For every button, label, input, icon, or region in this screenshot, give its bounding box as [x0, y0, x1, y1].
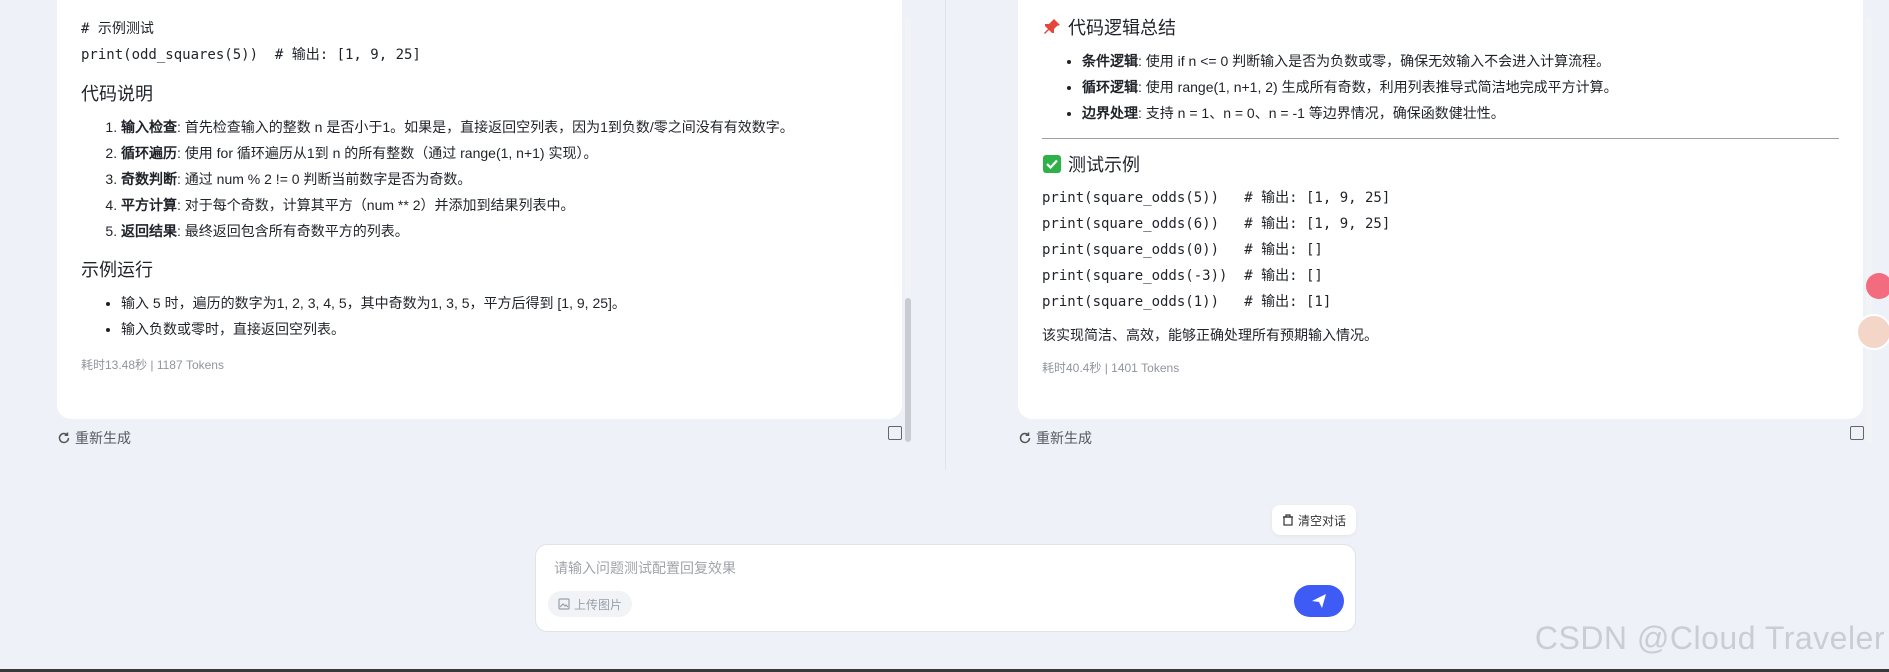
- summary-text: 该实现简洁、高效，能够正确处理所有预期输入情况。: [1042, 327, 1378, 343]
- watermark: CSDN @Cloud Traveler: [1534, 620, 1885, 656]
- logic-item: 条件逻辑: 使用 if n <= 0 判断输入是否为负数或零，确保无效输入不会进…: [1082, 48, 1863, 74]
- heading-code-explain: 代码说明: [81, 84, 153, 104]
- refresh-icon: [58, 432, 70, 444]
- scrollbar[interactable]: [1866, 18, 1872, 443]
- code-comment: # 示例测试: [81, 21, 154, 37]
- upload-image-button[interactable]: 上传图片: [548, 591, 633, 617]
- regenerate-label: 重新生成: [75, 430, 131, 446]
- heading-example-run: 示例运行: [81, 260, 153, 280]
- run-item: 输入 5 时，遍历的数字为1, 2, 3, 4, 5，其中奇数为1, 3, 5，…: [121, 290, 902, 316]
- logic-item: 边界处理: 支持 n = 1、n = 0、n = -1 等边界情况，确保函数健壮…: [1082, 100, 1863, 126]
- explain-list: 输入检查: 首先检查输入的整数 n 是否小于1。如果是，直接返回空列表，因为1到…: [81, 114, 902, 244]
- refresh-icon: [1019, 432, 1031, 444]
- test-line: print(square_odds(6)) # 输出: [1, 9, 25]: [1042, 216, 1391, 232]
- explain-item: 平方计算: 对于每个奇数，计算其平方（num ** 2）并添加到结果列表中。: [121, 192, 902, 218]
- heading-logic-text: 代码逻辑总结: [1068, 18, 1176, 38]
- scrollbar-thumb[interactable]: [905, 298, 911, 442]
- send-button[interactable]: [1294, 585, 1344, 617]
- test-line: print(square_odds(-3)) # 输出: []: [1042, 268, 1323, 284]
- upload-image-label: 上传图片: [574, 597, 623, 612]
- regenerate-button[interactable]: 重新生成: [1018, 428, 1092, 448]
- explain-item: 循环遍历: 使用 for 循环遍历从1到 n 的所有整数（通过 range(1,…: [121, 140, 902, 166]
- code-call: print(odd_squares(5)) # 输出: [1, 9, 25]: [81, 47, 421, 63]
- heading-test-examples: 测试示例: [1042, 151, 1863, 177]
- regenerate-label: 重新生成: [1036, 430, 1092, 446]
- image-icon: [558, 598, 570, 610]
- test-line: print(square_odds(0)) # 输出: []: [1042, 242, 1323, 258]
- scrollbar-thumb[interactable]: [1866, 18, 1872, 443]
- assistant-avatar-icon[interactable]: [1856, 314, 1889, 350]
- horizontal-rule: [1042, 138, 1839, 139]
- scrollbar[interactable]: [905, 18, 911, 443]
- response-meta: 耗时13.48秒 | 1187 Tokens: [81, 358, 224, 372]
- left-response-pane: # 示例测试 print(odd_squares(5)) # 输出: [1, 9…: [0, 0, 945, 470]
- heading-logic-summary: 代码逻辑总结: [1042, 14, 1863, 40]
- left-response-card: # 示例测试 print(odd_squares(5)) # 输出: [1, 9…: [57, 0, 902, 419]
- test-line: print(square_odds(1)) # 输出: [1]: [1042, 294, 1332, 310]
- right-response-pane: 代码逻辑总结 条件逻辑: 使用 if n <= 0 判断输入是否为负数或零，确保…: [946, 0, 1889, 470]
- response-meta: 耗时40.4秒 | 1401 Tokens: [1042, 361, 1180, 375]
- pushpin-icon: [1044, 19, 1060, 34]
- test-line: print(square_odds(5)) # 输出: [1, 9, 25]: [1042, 190, 1391, 206]
- heading-test-text: 测试示例: [1068, 155, 1140, 175]
- run-list: 输入 5 时，遍历的数字为1, 2, 3, 4, 5，其中奇数为1, 3, 5，…: [81, 290, 902, 342]
- logic-list: 条件逻辑: 使用 if n <= 0 判断输入是否为负数或零，确保无效输入不会进…: [1042, 48, 1863, 126]
- chat-composer: 上传图片: [535, 544, 1356, 632]
- copy-icon[interactable]: [888, 426, 902, 440]
- translate-float-icon[interactable]: [1866, 273, 1889, 299]
- logic-item: 循环逻辑: 使用 range(1, n+1, 2) 生成所有奇数，利用列表推导式…: [1082, 74, 1863, 100]
- explain-item: 输入检查: 首先检查输入的整数 n 是否小于1。如果是，直接返回空列表，因为1到…: [121, 114, 902, 140]
- clear-conversation-label: 清空对话: [1297, 513, 1346, 528]
- explain-item: 奇数判断: 通过 num % 2 != 0 判断当前数字是否为奇数。: [121, 166, 902, 192]
- question-input[interactable]: [552, 555, 1256, 581]
- checkmark-icon: [1043, 155, 1061, 173]
- trash-icon: [1282, 514, 1293, 526]
- run-item: 输入负数或零时，直接返回空列表。: [121, 316, 902, 342]
- send-icon: [1312, 594, 1326, 608]
- regenerate-button[interactable]: 重新生成: [57, 428, 131, 448]
- clear-conversation-button[interactable]: 清空对话: [1272, 505, 1356, 535]
- explain-item: 返回结果: 最终返回包含所有奇数平方的列表。: [121, 218, 902, 244]
- right-response-card: 代码逻辑总结 条件逻辑: 使用 if n <= 0 判断输入是否为负数或零，确保…: [1018, 0, 1863, 419]
- copy-icon[interactable]: [1850, 426, 1864, 440]
